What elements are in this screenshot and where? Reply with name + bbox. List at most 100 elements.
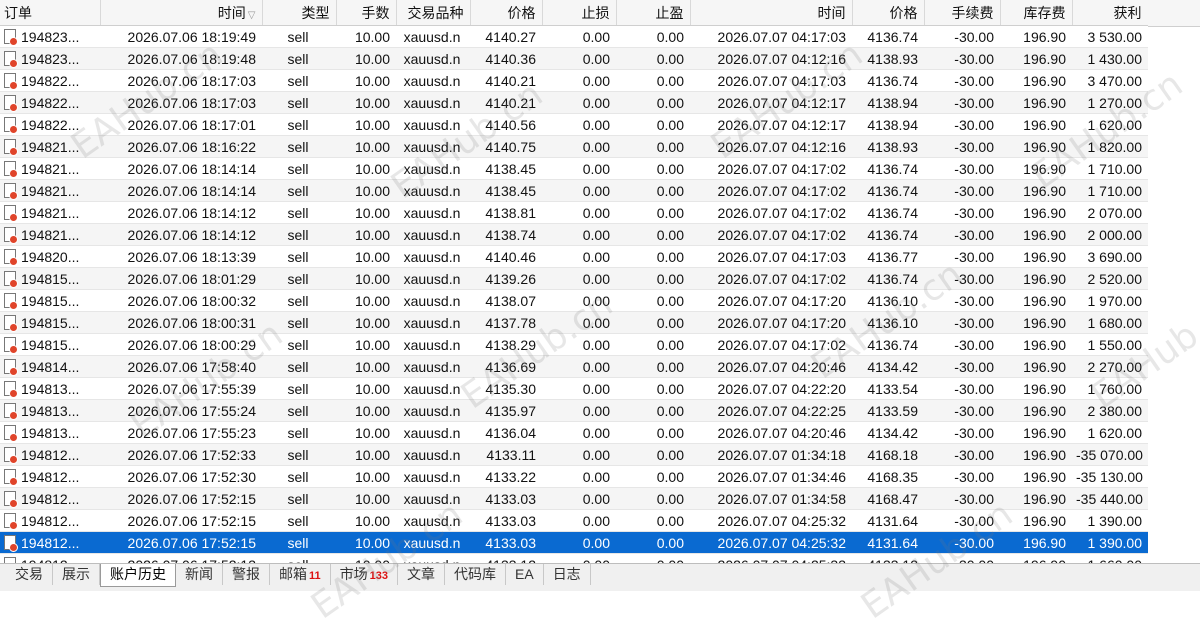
cell-swap: 196.90: [1000, 355, 1072, 378]
tab-trade[interactable]: 交易: [6, 564, 53, 585]
closed-position-icon: [4, 138, 18, 156]
closed-position-icon: [4, 424, 18, 442]
col-header-open-time[interactable]: 时间 ▽: [100, 0, 263, 26]
trade-history-grid[interactable]: 订单 时间 ▽ 类型 手数 交易品种 价格 止损 止盈 时间 价格 手续费 库存费…: [0, 0, 1200, 563]
table-row[interactable]: 194821... 2026.07.06 18:14:14 sell 10.00 xau…: [0, 179, 1148, 202]
col-header-close-time[interactable]: 时间: [690, 0, 853, 26]
cell-open-price: 4133.03: [470, 487, 542, 510]
cell-volume: 10.00: [336, 509, 396, 532]
tab-articles[interactable]: 文章: [398, 564, 445, 585]
cell-open-price: 4138.81: [470, 201, 542, 224]
col-header-profit[interactable]: 获利: [1072, 0, 1149, 26]
history-rows: 194823... 2026.07.06 18:19:49 sell 10.00 xau…: [0, 25, 1148, 563]
cell-open-time: 2026.07.06 17:55:39: [100, 377, 262, 400]
tab-badge: 11: [309, 570, 321, 582]
cell-commission: -30.00: [924, 201, 1000, 224]
cell-symbol: xauusd.n: [396, 355, 470, 378]
tab-ea[interactable]: EA: [506, 564, 544, 585]
table-row[interactable]: 194821... 2026.07.06 18:14:14 sell 10.00 xau…: [0, 157, 1148, 180]
table-row[interactable]: 194822... 2026.07.06 18:17:01 sell 10.00 xau…: [0, 113, 1148, 136]
closed-position-icon: [4, 358, 18, 376]
tab-journal[interactable]: 日志: [544, 564, 591, 585]
cell-open-price: 4138.45: [470, 179, 542, 202]
col-header-open-price[interactable]: 价格: [470, 0, 543, 26]
col-header-tp[interactable]: 止盈: [616, 0, 691, 26]
table-row[interactable]: 194815... 2026.07.06 18:00:29 sell 10.00 xau…: [0, 333, 1148, 356]
cell-swap: 196.90: [1000, 135, 1072, 158]
table-row[interactable]: 194812...2026.07.06 17:52:13sell10.00xau…: [0, 553, 1148, 563]
cell-swap: 196.90: [1000, 91, 1072, 114]
col-header-order[interactable]: 订单: [0, 0, 101, 26]
col-header-close-price[interactable]: 价格: [852, 0, 925, 26]
table-row[interactable]: 194821... 2026.07.06 18:14:12 sell 10.00 xau…: [0, 201, 1148, 224]
table-row[interactable]: 194813... 2026.07.06 17:55:39 sell 10.00 xau…: [0, 377, 1148, 400]
tab-label: 警报: [232, 566, 260, 582]
table-row[interactable]: 194812... 2026.07.06 17:52:15 sell 10.00 xau…: [0, 531, 1148, 554]
cell-open-price: 4140.56: [470, 113, 542, 136]
table-row[interactable]: 194812... 2026.07.06 17:52:15 sell 10.00 xau…: [0, 509, 1148, 532]
cell-sl: 0.00: [542, 509, 616, 532]
tab-history[interactable]: 账户历史: [100, 564, 176, 587]
table-row[interactable]: 194815... 2026.07.06 18:00:31 sell 10.00 xau…: [0, 311, 1148, 334]
cell-type: sell: [262, 399, 336, 422]
table-row[interactable]: 194812... 2026.07.06 17:52:30 sell 10.00 xau…: [0, 465, 1148, 488]
cell-type: sell: [262, 531, 336, 554]
col-header-volume[interactable]: 手数: [336, 0, 397, 26]
table-row[interactable]: 194821... 2026.07.06 18:16:22 sell 10.00 xau…: [0, 135, 1148, 158]
col-header-symbol[interactable]: 交易品种: [396, 0, 471, 26]
closed-position-icon: [4, 446, 18, 464]
table-row[interactable]: 194823... 2026.07.06 18:19:48 sell 10.00 xau…: [0, 47, 1148, 70]
cell-symbol: xauusd.n: [396, 531, 470, 554]
cell-open-time: 2026.07.06 18:17:01: [100, 113, 262, 136]
table-row[interactable]: 194822... 2026.07.06 18:17:03 sell 10.00 xau…: [0, 69, 1148, 92]
tab-alerts[interactable]: 警报: [223, 564, 270, 585]
cell-order: 194812...: [0, 487, 100, 510]
table-row[interactable]: 194812... 2026.07.06 17:52:15 sell 10.00 xau…: [0, 487, 1148, 510]
table-row[interactable]: 194823... 2026.07.06 18:19:49 sell 10.00 xau…: [0, 25, 1148, 48]
tab-news[interactable]: 新闻: [176, 564, 223, 585]
cell-type: sell: [262, 553, 336, 563]
cell-commission: -30.00: [924, 531, 1000, 554]
closed-position-icon: [4, 116, 18, 134]
table-row[interactable]: 194821... 2026.07.06 18:14:12 sell 10.00 xau…: [0, 223, 1148, 246]
table-row[interactable]: 194815... 2026.07.06 18:01:29 sell 10.00 xau…: [0, 267, 1148, 290]
cell-close-price: 4168.18: [852, 443, 924, 466]
tab-mailbox[interactable]: 邮箱 11: [270, 564, 331, 585]
col-header-commission[interactable]: 手续费: [924, 0, 1001, 26]
tab-market[interactable]: 市场 133: [331, 564, 398, 585]
cell-sl: 0.00: [542, 289, 616, 312]
cell-profit: 1 390.00: [1072, 509, 1148, 532]
table-row[interactable]: 194813... 2026.07.06 17:55:24 sell 10.00 xau…: [0, 399, 1148, 422]
cell-order: 194815...: [0, 289, 100, 312]
cell-open-time: 2026.07.06 17:52:15: [100, 509, 262, 532]
table-row[interactable]: 194820... 2026.07.06 18:13:39 sell 10.00 xau…: [0, 245, 1148, 268]
tab-label: EA: [515, 566, 534, 582]
table-row[interactable]: 194813... 2026.07.06 17:55:23 sell 10.00 xau…: [0, 421, 1148, 444]
tab-exposure[interactable]: 展示: [53, 564, 100, 585]
cell-open-time: 2026.07.06 18:17:03: [100, 69, 262, 92]
history-table: 订单 时间 ▽ 类型 手数 交易品种 价格 止损 止盈 时间 价格 手续费 库存费…: [0, 0, 1149, 563]
tab-label: 新闻: [185, 566, 213, 582]
table-row[interactable]: 194815... 2026.07.06 18:00:32 sell 10.00 xau…: [0, 289, 1148, 312]
cell-tp: 0.00: [616, 47, 690, 70]
col-header-type[interactable]: 类型: [262, 0, 337, 26]
cell-tp: 0.00: [616, 553, 690, 563]
cell-open-price: 4140.46: [470, 245, 542, 268]
order-id: 194815...: [21, 336, 80, 353]
table-row[interactable]: 194812... 2026.07.06 17:52:33 sell 10.00 xau…: [0, 443, 1148, 466]
cell-tp: 0.00: [616, 113, 690, 136]
cell-close-time: 2026.07.07 04:22:25: [690, 399, 852, 422]
table-row[interactable]: 194822... 2026.07.06 18:17:03 sell 10.00 xau…: [0, 91, 1148, 114]
cell-close-price: 4138.94: [852, 91, 924, 114]
col-header-swap[interactable]: 库存费: [1000, 0, 1073, 26]
table-row[interactable]: 194814... 2026.07.06 17:58:40 sell 10.00 xau…: [0, 355, 1148, 378]
cell-tp: 0.00: [616, 289, 690, 312]
tab-code-base[interactable]: 代码库: [445, 564, 506, 585]
closed-position-icon: [4, 248, 18, 266]
cell-tp: 0.00: [616, 377, 690, 400]
cell-profit: 3 690.00: [1072, 245, 1148, 268]
cell-swap: 196.90: [1000, 377, 1072, 400]
cell-sl: 0.00: [542, 465, 616, 488]
cell-open-time: 2026.07.06 18:14:14: [100, 179, 262, 202]
col-header-sl[interactable]: 止损: [542, 0, 617, 26]
